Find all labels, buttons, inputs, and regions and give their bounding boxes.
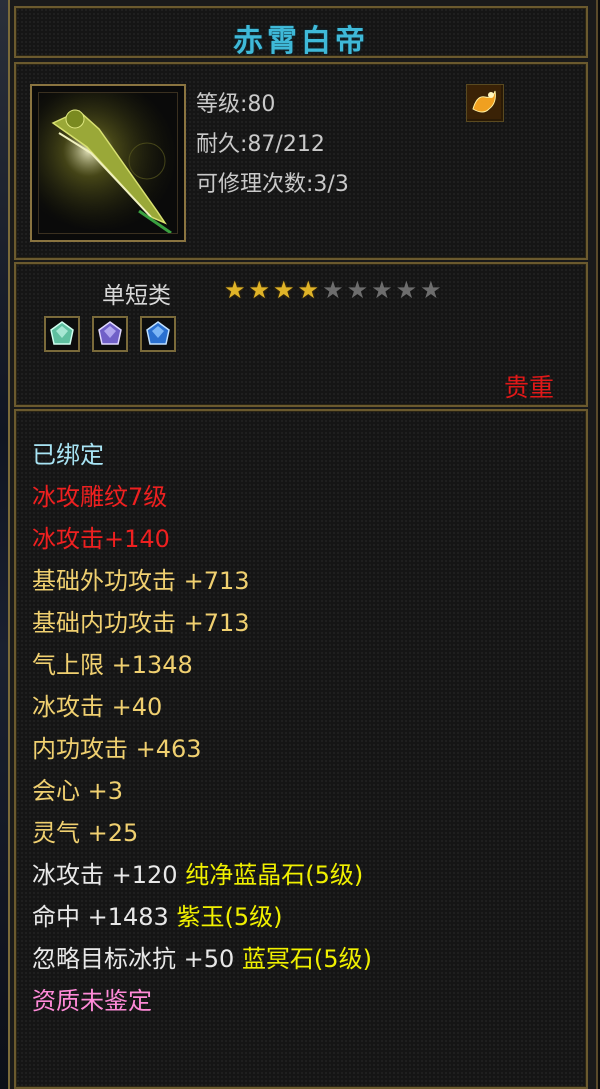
attribute-label: 内功攻击 [32, 735, 128, 763]
gem-name: 紫玉(5级) [176, 903, 283, 931]
attribute-line: 气上限 +1348 [32, 651, 193, 679]
quality-status: 资质未鉴定 [32, 987, 152, 1015]
attribute-value: +713 [183, 609, 250, 637]
gem-attribute-line: 忽略目标冰抗 +50 蓝冥石(5级) [32, 945, 372, 973]
attribute-label: 基础外功攻击 [32, 567, 176, 595]
star-empty-icon: ★ [346, 276, 372, 304]
attribute-label: 基础内功攻击 [32, 609, 176, 637]
engrave-line: 冰攻雕纹7级 [32, 483, 168, 511]
green-gem-icon [50, 321, 74, 345]
attribute-value: +50 [183, 945, 235, 973]
attribute-value: +40 [111, 693, 163, 721]
spirit-icon [466, 84, 504, 122]
ice-attack-enhance-line: 冰攻击+140 [32, 525, 170, 553]
attribute-label: 会心 [32, 777, 80, 805]
attribute-line: 基础外功攻击 +713 [32, 567, 250, 595]
star-filled-icon: ★ [273, 276, 298, 304]
attribute-line: 基础内功攻击 +713 [32, 609, 250, 637]
attribute-line: 灵气 +25 [32, 819, 138, 847]
star-empty-icon: ★ [395, 276, 421, 304]
item-level: 等级:80 [196, 92, 276, 117]
gem-name: 纯净蓝晶石(5级) [185, 861, 364, 889]
attributes-panel: 已绑定 冰攻雕纹7级 冰攻击+140 基础外功攻击 +713 基础内功攻击 +7… [14, 409, 588, 1089]
purple-gem-icon [98, 321, 122, 345]
item-info-panel: 等级:80 耐久:87/212 可修理次数:3/3 [14, 62, 588, 260]
attribute-line: 内功攻击 +463 [32, 735, 202, 763]
attribute-value: +120 [111, 861, 178, 889]
attribute-label: 冰攻击 [32, 693, 104, 721]
gem-name: 蓝冥石(5级) [241, 945, 372, 973]
item-name: 赤霄白帝 [233, 24, 369, 59]
attribute-line: 冰攻击 +40 [32, 693, 162, 721]
rarity-label: 贵重 [503, 373, 554, 402]
sword-icon [38, 92, 178, 234]
star-filled-icon: ★ [224, 276, 249, 304]
star-rating: ★★★★★★★★★ [224, 278, 445, 302]
attribute-label: 气上限 [32, 651, 104, 679]
bound-status: 已绑定 [32, 441, 104, 469]
star-filled-icon: ★ [297, 276, 323, 304]
star-empty-icon: ★ [420, 276, 445, 304]
weapon-type: 单短类 [102, 283, 171, 309]
star-empty-icon: ★ [322, 276, 347, 304]
socket-1[interactable] [44, 316, 80, 352]
title-bar: 赤霄白帝 [14, 6, 588, 59]
attribute-label: 忽略目标冰抗 [32, 945, 176, 973]
attribute-label: 命中 [32, 903, 80, 931]
gem-attribute-line: 冰攻击 +120 纯净蓝晶石(5级) [32, 861, 363, 889]
socket-3[interactable] [140, 316, 176, 352]
attribute-value: +1483 [87, 903, 169, 931]
socket-2[interactable] [92, 316, 128, 352]
attribute-label: 灵气 [32, 819, 80, 847]
attribute-label: 冰攻击 [32, 861, 104, 889]
blue-gem-icon [146, 321, 170, 345]
item-type-panel: 单短类 ★★★★★★★★★ 贵重 [14, 262, 588, 407]
attribute-value: +713 [183, 567, 250, 595]
item-repair-count: 可修理次数:3/3 [196, 172, 349, 197]
attribute-line: 会心 +3 [32, 777, 123, 805]
attribute-value: +3 [87, 777, 124, 805]
star-filled-icon: ★ [248, 276, 274, 304]
gem-attribute-line: 命中 +1483 紫玉(5级) [32, 903, 282, 931]
left-edge-strip [0, 0, 8, 1089]
item-icon-frame[interactable] [30, 84, 186, 242]
item-durability: 耐久:87/212 [196, 132, 325, 157]
attribute-value: +463 [135, 735, 202, 763]
attribute-value: +25 [87, 819, 139, 847]
attribute-value: +1348 [111, 651, 193, 679]
star-empty-icon: ★ [371, 276, 396, 304]
